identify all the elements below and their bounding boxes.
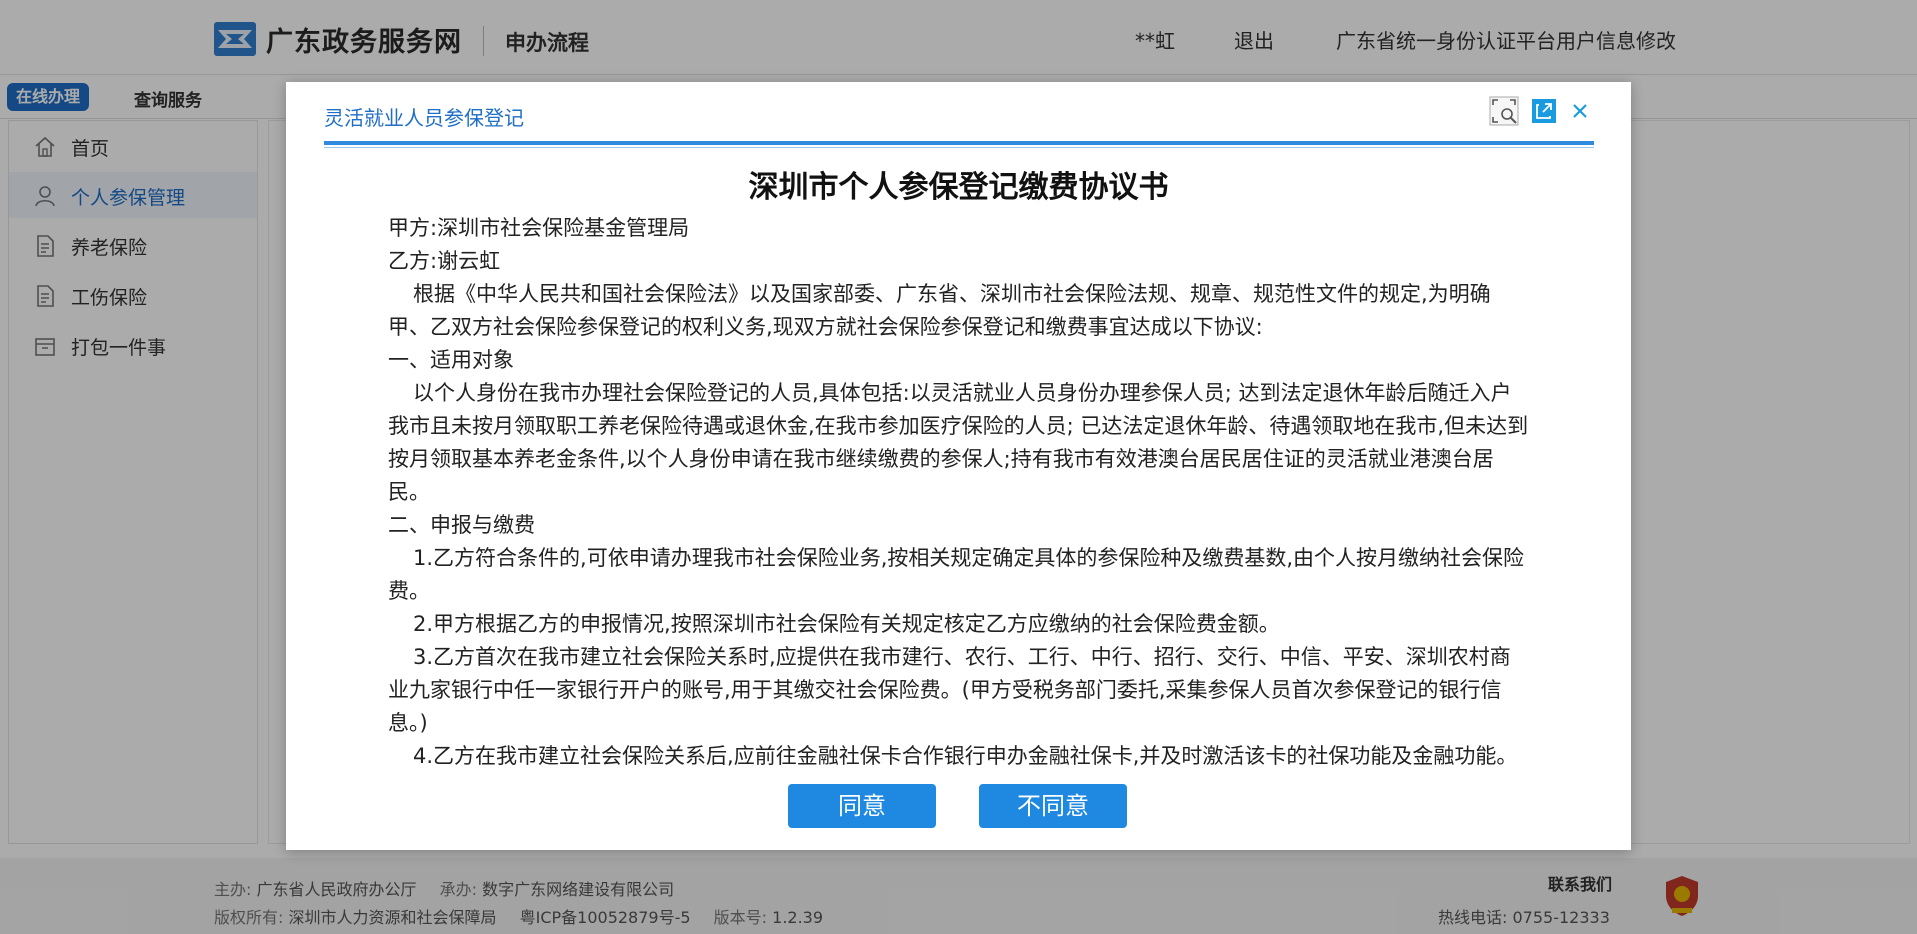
agree-button[interactable]: 同意 <box>788 784 936 828</box>
close-icon[interactable] <box>1565 96 1595 126</box>
zoom-view-icon[interactable] <box>1489 96 1519 126</box>
section-1-text: 以个人身份在我市办理社会保险登记的人员,具体包括:以灵活就业人员身份办理参保人员… <box>388 381 1529 504</box>
agreement-intro: 根据《中华人民共和国社会保险法》以及国家部委、广东省、深圳市社会保险法规、规章、… <box>388 282 1491 339</box>
disagree-button[interactable]: 不同意 <box>979 784 1127 828</box>
section-2-title: 二、申报与缴费 <box>388 513 535 537</box>
open-external-icon[interactable] <box>1529 96 1559 126</box>
section-2-item-4: 4.乙方在我市建立社会保险关系后,应前往金融社保卡合作银行申办金融社保卡,并及时… <box>413 744 1518 768</box>
section-2-item-1: 1.乙方符合条件的,可依申请办理我市社会保险业务,按相关规定确定具体的参保险种及… <box>388 546 1525 603</box>
title-rule-thin <box>324 147 1594 148</box>
agreement-dialog: 灵活就业人员参保登记 深圳市个人参保登记缴费协议书 甲方:深圳市社会保险基金管理… <box>286 82 1631 850</box>
section-2-item-2: 2.甲方根据乙方的申报情况,按照深圳市社会保险有关规定核定乙方应缴纳的社会保险费… <box>413 612 1280 636</box>
agreement-heading: 深圳市个人参保登记缴费协议书 <box>748 170 1169 205</box>
party-a: 甲方:深圳市社会保险基金管理局 <box>388 216 690 240</box>
dialog-title: 灵活就业人员参保登记 <box>324 106 524 130</box>
title-rule <box>324 141 1594 145</box>
dialog-toolbar <box>1489 96 1609 128</box>
section-2-item-3: 3.乙方首次在我市建立社会保险关系时,应提供在我市建行、农行、工行、中行、招行、… <box>388 645 1511 735</box>
agreement-body[interactable]: 甲方:深圳市社会保险基金管理局 乙方:谢云虹 根据《中华人民共和国社会保险法》以… <box>388 212 1530 852</box>
section-1-title: 一、适用对象 <box>388 348 514 372</box>
party-b: 乙方:谢云虹 <box>388 249 501 273</box>
